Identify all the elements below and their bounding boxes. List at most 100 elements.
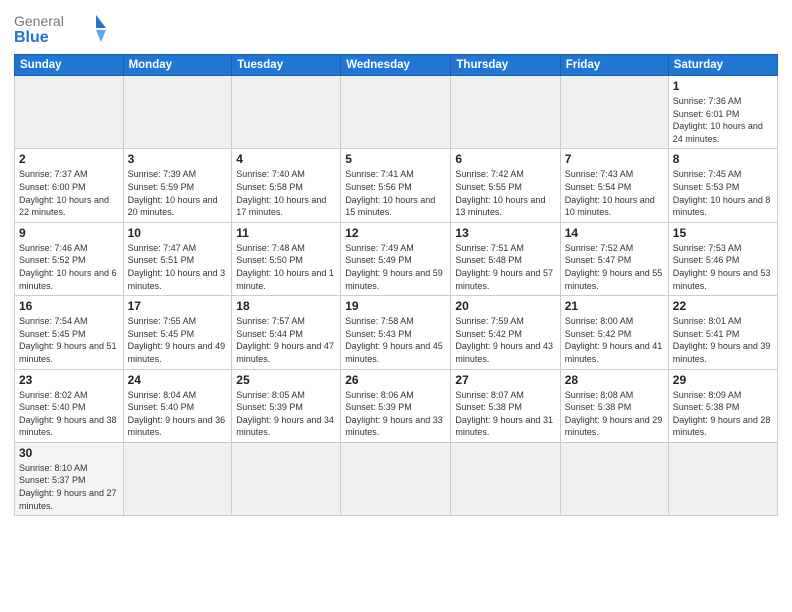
calendar-cell: 27 Sunrise: 8:07 AM Sunset: 5:38 PM Dayli… bbox=[451, 369, 560, 442]
day-info: Sunrise: 7:59 AM Sunset: 5:42 PM Dayligh… bbox=[455, 315, 555, 365]
day-info: Sunrise: 8:01 AM Sunset: 5:41 PM Dayligh… bbox=[673, 315, 773, 365]
day-number: 28 bbox=[565, 373, 664, 387]
day-info: Sunrise: 7:53 AM Sunset: 5:46 PM Dayligh… bbox=[673, 242, 773, 292]
calendar-cell bbox=[451, 442, 560, 515]
calendar-cell: 16 Sunrise: 7:54 AM Sunset: 5:45 PM Dayli… bbox=[15, 296, 124, 369]
day-info: Sunrise: 8:00 AM Sunset: 5:42 PM Dayligh… bbox=[565, 315, 664, 365]
weekday-header-tuesday: Tuesday bbox=[232, 55, 341, 76]
weekday-header-thursday: Thursday bbox=[451, 55, 560, 76]
day-number: 14 bbox=[565, 226, 664, 240]
day-info: Sunrise: 7:43 AM Sunset: 5:54 PM Dayligh… bbox=[565, 168, 664, 218]
day-number: 8 bbox=[673, 152, 773, 166]
calendar-cell: 11 Sunrise: 7:48 AM Sunset: 5:50 PM Dayli… bbox=[232, 222, 341, 295]
weekday-header-wednesday: Wednesday bbox=[341, 55, 451, 76]
weekday-header-row: SundayMondayTuesdayWednesdayThursdayFrid… bbox=[15, 55, 778, 76]
day-number: 18 bbox=[236, 299, 336, 313]
svg-text:General: General bbox=[14, 13, 64, 29]
logo-svg: General Blue bbox=[14, 10, 109, 48]
calendar-cell: 18 Sunrise: 7:57 AM Sunset: 5:44 PM Dayli… bbox=[232, 296, 341, 369]
day-info: Sunrise: 8:07 AM Sunset: 5:38 PM Dayligh… bbox=[455, 389, 555, 439]
calendar-cell: 28 Sunrise: 8:08 AM Sunset: 5:38 PM Dayli… bbox=[560, 369, 668, 442]
calendar-cell: 26 Sunrise: 8:06 AM Sunset: 5:39 PM Dayli… bbox=[341, 369, 451, 442]
day-info: Sunrise: 8:02 AM Sunset: 5:40 PM Dayligh… bbox=[19, 389, 119, 439]
day-number: 17 bbox=[128, 299, 228, 313]
day-info: Sunrise: 7:41 AM Sunset: 5:56 PM Dayligh… bbox=[345, 168, 446, 218]
calendar-cell: 14 Sunrise: 7:52 AM Sunset: 5:47 PM Dayli… bbox=[560, 222, 668, 295]
calendar-cell: 9 Sunrise: 7:46 AM Sunset: 5:52 PM Daylig… bbox=[15, 222, 124, 295]
day-number: 16 bbox=[19, 299, 119, 313]
day-info: Sunrise: 7:58 AM Sunset: 5:43 PM Dayligh… bbox=[345, 315, 446, 365]
day-info: Sunrise: 8:08 AM Sunset: 5:38 PM Dayligh… bbox=[565, 389, 664, 439]
day-info: Sunrise: 7:45 AM Sunset: 5:53 PM Dayligh… bbox=[673, 168, 773, 218]
day-number: 9 bbox=[19, 226, 119, 240]
calendar-cell bbox=[341, 442, 451, 515]
day-info: Sunrise: 8:10 AM Sunset: 5:37 PM Dayligh… bbox=[19, 462, 119, 512]
day-info: Sunrise: 8:05 AM Sunset: 5:39 PM Dayligh… bbox=[236, 389, 336, 439]
calendar-cell: 2Sunrise: 7:37 AM Sunset: 6:00 PM Daylig… bbox=[15, 149, 124, 222]
calendar-cell bbox=[15, 76, 124, 149]
calendar-cell: 25Sunrise: 8:05 AM Sunset: 5:39 PM Dayli… bbox=[232, 369, 341, 442]
calendar-cell: 8 Sunrise: 7:45 AM Sunset: 5:53 PM Daylig… bbox=[668, 149, 777, 222]
calendar-cell: 4Sunrise: 7:40 AM Sunset: 5:58 PM Daylig… bbox=[232, 149, 341, 222]
day-info: Sunrise: 7:51 AM Sunset: 5:48 PM Dayligh… bbox=[455, 242, 555, 292]
day-number: 3 bbox=[128, 152, 228, 166]
calendar-cell bbox=[341, 76, 451, 149]
calendar-cell: 29 Sunrise: 8:09 AM Sunset: 5:38 PM Dayli… bbox=[668, 369, 777, 442]
calendar-week-2: 2Sunrise: 7:37 AM Sunset: 6:00 PM Daylig… bbox=[15, 149, 778, 222]
day-number: 26 bbox=[345, 373, 446, 387]
calendar-week-6: 30 Sunrise: 8:10 AM Sunset: 5:37 PM Dayli… bbox=[15, 442, 778, 515]
day-number: 19 bbox=[345, 299, 446, 313]
weekday-header-saturday: Saturday bbox=[668, 55, 777, 76]
day-info: Sunrise: 7:40 AM Sunset: 5:58 PM Dayligh… bbox=[236, 168, 336, 218]
day-number: 11 bbox=[236, 226, 336, 240]
calendar-cell: 7Sunrise: 7:43 AM Sunset: 5:54 PM Daylig… bbox=[560, 149, 668, 222]
day-info: Sunrise: 7:54 AM Sunset: 5:45 PM Dayligh… bbox=[19, 315, 119, 365]
calendar-cell bbox=[668, 442, 777, 515]
calendar-cell: 21 Sunrise: 8:00 AM Sunset: 5:42 PM Dayli… bbox=[560, 296, 668, 369]
day-info: Sunrise: 7:39 AM Sunset: 5:59 PM Dayligh… bbox=[128, 168, 228, 218]
day-number: 22 bbox=[673, 299, 773, 313]
day-info: Sunrise: 7:49 AM Sunset: 5:49 PM Dayligh… bbox=[345, 242, 446, 292]
day-info: Sunrise: 7:42 AM Sunset: 5:55 PM Dayligh… bbox=[455, 168, 555, 218]
calendar-cell bbox=[123, 442, 232, 515]
day-info: Sunrise: 8:06 AM Sunset: 5:39 PM Dayligh… bbox=[345, 389, 446, 439]
day-number: 10 bbox=[128, 226, 228, 240]
calendar-cell: 3 Sunrise: 7:39 AM Sunset: 5:59 PM Daylig… bbox=[123, 149, 232, 222]
calendar-cell: 17Sunrise: 7:55 AM Sunset: 5:45 PM Dayli… bbox=[123, 296, 232, 369]
calendar-cell: 30 Sunrise: 8:10 AM Sunset: 5:37 PM Dayli… bbox=[15, 442, 124, 515]
weekday-header-friday: Friday bbox=[560, 55, 668, 76]
day-info: Sunrise: 7:48 AM Sunset: 5:50 PM Dayligh… bbox=[236, 242, 336, 292]
calendar-cell: 15 Sunrise: 7:53 AM Sunset: 5:46 PM Dayli… bbox=[668, 222, 777, 295]
day-number: 27 bbox=[455, 373, 555, 387]
calendar-cell: 20Sunrise: 7:59 AM Sunset: 5:42 PM Dayli… bbox=[451, 296, 560, 369]
logo: General Blue bbox=[14, 10, 109, 48]
calendar-cell: 10Sunrise: 7:47 AM Sunset: 5:51 PM Dayli… bbox=[123, 222, 232, 295]
weekday-header-monday: Monday bbox=[123, 55, 232, 76]
day-number: 2 bbox=[19, 152, 119, 166]
day-number: 6 bbox=[455, 152, 555, 166]
day-number: 13 bbox=[455, 226, 555, 240]
day-info: Sunrise: 8:04 AM Sunset: 5:40 PM Dayligh… bbox=[128, 389, 228, 439]
calendar-cell: 12 Sunrise: 7:49 AM Sunset: 5:49 PM Dayli… bbox=[341, 222, 451, 295]
day-number: 5 bbox=[345, 152, 446, 166]
weekday-header-sunday: Sunday bbox=[15, 55, 124, 76]
day-number: 29 bbox=[673, 373, 773, 387]
day-number: 30 bbox=[19, 446, 119, 460]
day-number: 21 bbox=[565, 299, 664, 313]
day-number: 12 bbox=[345, 226, 446, 240]
day-number: 23 bbox=[19, 373, 119, 387]
calendar-cell bbox=[232, 442, 341, 515]
day-number: 15 bbox=[673, 226, 773, 240]
calendar-cell: 6 Sunrise: 7:42 AM Sunset: 5:55 PM Daylig… bbox=[451, 149, 560, 222]
day-info: Sunrise: 8:09 AM Sunset: 5:38 PM Dayligh… bbox=[673, 389, 773, 439]
day-info: Sunrise: 7:46 AM Sunset: 5:52 PM Dayligh… bbox=[19, 242, 119, 292]
calendar-cell: 13 Sunrise: 7:51 AM Sunset: 5:48 PM Dayli… bbox=[451, 222, 560, 295]
calendar-cell bbox=[232, 76, 341, 149]
day-info: Sunrise: 7:36 AM Sunset: 6:01 PM Dayligh… bbox=[673, 95, 773, 145]
calendar-cell bbox=[123, 76, 232, 149]
calendar-cell: 5 Sunrise: 7:41 AM Sunset: 5:56 PM Daylig… bbox=[341, 149, 451, 222]
calendar-cell bbox=[560, 442, 668, 515]
svg-text:Blue: Blue bbox=[14, 29, 49, 46]
day-info: Sunrise: 7:52 AM Sunset: 5:47 PM Dayligh… bbox=[565, 242, 664, 292]
day-info: Sunrise: 7:57 AM Sunset: 5:44 PM Dayligh… bbox=[236, 315, 336, 365]
